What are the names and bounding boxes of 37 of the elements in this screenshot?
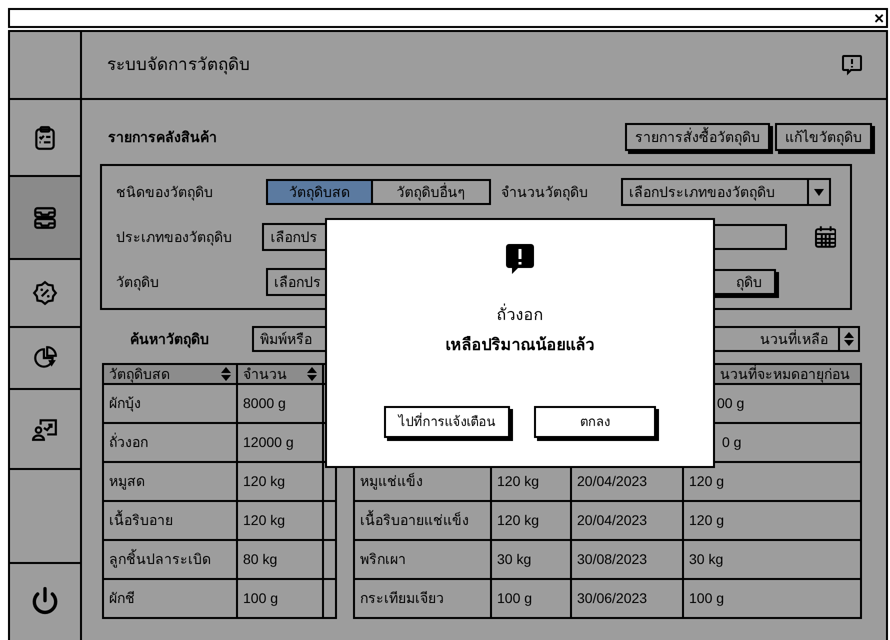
table-cell-text: 20/04/2023 [577, 511, 648, 530]
table-cell: ลูกชิ้นปลาระเบิด [104, 541, 238, 578]
table-cell-text: 100 g [689, 589, 724, 608]
table-cell: ถั่วงอก [104, 424, 238, 461]
table-cell-text: 00 g [717, 394, 744, 413]
app-title: ระบบจัดการวัตถุดิบ [107, 54, 250, 76]
table-cell-text: 30/08/2023 [577, 550, 648, 569]
table-cell-text: 120 kg [497, 472, 540, 491]
table-cell: ผักชี [104, 580, 238, 617]
table-cell-text: 30 kg [689, 550, 724, 569]
table-cell-text: 0 g [722, 433, 742, 452]
table-cell: 120 kg [238, 502, 324, 539]
table-cell: 120 kg [238, 463, 324, 500]
table-cell: เนื้อริบอาย [104, 502, 238, 539]
table-cell: ผักบุ้ง [104, 385, 238, 422]
section-title: รายการคลังสินค้า [108, 128, 217, 146]
table-cell-text: หมูแช่แข็ง [360, 472, 423, 492]
table-cell-text: 120 g [689, 472, 724, 491]
dialog-title: ถั่วงอก [496, 304, 544, 328]
dialog-message: เหลือปริมาณน้อยแล้ว [446, 335, 594, 356]
table-cell-text: 30/06/2023 [577, 589, 648, 608]
table-cell: หมูสด [104, 463, 238, 500]
table-cell: 80 kg [238, 541, 324, 578]
table-cell-text: เนื้อริบอายแช่แข็ง [360, 510, 469, 530]
table-cell-text: พริกเผา [360, 550, 406, 569]
search-label: ค้นหาวัตถุดิบ [130, 330, 210, 350]
table-cell-text: 20/04/2023 [577, 472, 648, 491]
field-label: ประเภทของวัตถุดิบ [116, 228, 233, 248]
table-cell-text: กระเทียมเจียว [360, 589, 444, 608]
table-cell-text: 100 g [497, 589, 532, 608]
table-cell-text: 120 kg [497, 511, 540, 530]
field-label: จำนวนวัตถุดิบ [501, 182, 589, 202]
field-label: ชนิดของวัตถุดิบ [116, 182, 214, 202]
table-cell: 100 g [238, 580, 324, 617]
table-cell-text: 120 g [689, 511, 724, 530]
field-label: วัตถุดิบ [116, 272, 160, 292]
table-cell-text: 30 kg [497, 550, 532, 569]
